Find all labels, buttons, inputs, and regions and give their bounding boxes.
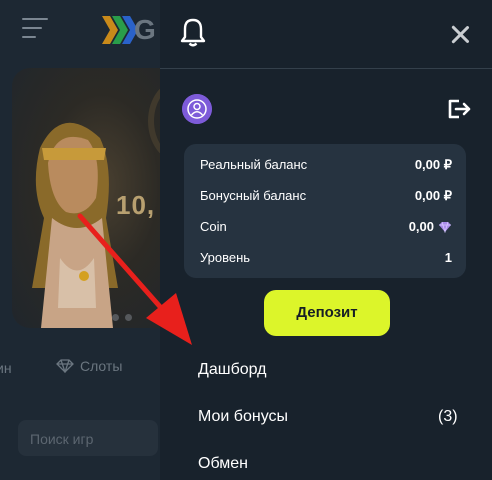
balance-value: 0,00 ₽ xyxy=(414,188,452,203)
balance-card: Реальный баланс 0,00 ₽ Бонусный баланс 0… xyxy=(184,144,466,278)
diamond-icon xyxy=(56,359,74,373)
balance-label: Бонусный баланс xyxy=(200,188,307,203)
bonus-count-badge: (3) xyxy=(438,408,458,425)
balance-value: 1 xyxy=(444,250,452,265)
user-avatar-icon[interactable] xyxy=(182,94,212,124)
category-slots-label: Слоты xyxy=(80,358,123,374)
deposit-button[interactable]: Депозит xyxy=(264,290,390,336)
logo-text: G xyxy=(134,14,156,45)
category-partial[interactable]: ин xyxy=(0,360,12,376)
menu-item-my-bonuses[interactable]: Мои бонусы xyxy=(198,408,288,426)
carousel-dots[interactable] xyxy=(112,308,138,326)
balance-label: Уровень xyxy=(200,250,251,265)
menu-item-dashboard[interactable]: Дашборд xyxy=(198,361,267,379)
balance-row-bonus: Бонусный баланс 0,00 ₽ xyxy=(200,185,452,207)
bell-icon[interactable] xyxy=(180,17,206,47)
balance-label: Coin xyxy=(200,219,227,234)
search-input[interactable]: Поиск игр xyxy=(18,420,158,456)
background-page: G 10, ин Слоты Поиск игр xyxy=(0,0,160,480)
diamond-icon xyxy=(439,221,451,233)
drawer-header xyxy=(160,0,492,69)
balance-row-coin: Coin 0,00 xyxy=(200,216,452,238)
banner-number: 10, xyxy=(116,190,156,220)
side-drawer: Реальный баланс 0,00 ₽ Бонусный баланс 0… xyxy=(160,0,492,480)
close-icon[interactable] xyxy=(450,24,470,44)
menu-item-exchange[interactable]: Обмен xyxy=(198,455,248,473)
category-slots[interactable]: Слоты xyxy=(56,358,122,374)
balance-row-level: Уровень 1 xyxy=(200,247,452,269)
menu-icon[interactable] xyxy=(22,18,48,40)
promo-banner[interactable]: 10, xyxy=(12,68,160,328)
balance-row-real: Реальный баланс 0,00 ₽ xyxy=(200,154,452,176)
balance-label: Реальный баланс xyxy=(200,157,308,172)
balance-value: 0,00 xyxy=(408,219,434,234)
balance-value: 0,00 ₽ xyxy=(414,157,452,172)
logout-icon[interactable] xyxy=(446,97,472,121)
